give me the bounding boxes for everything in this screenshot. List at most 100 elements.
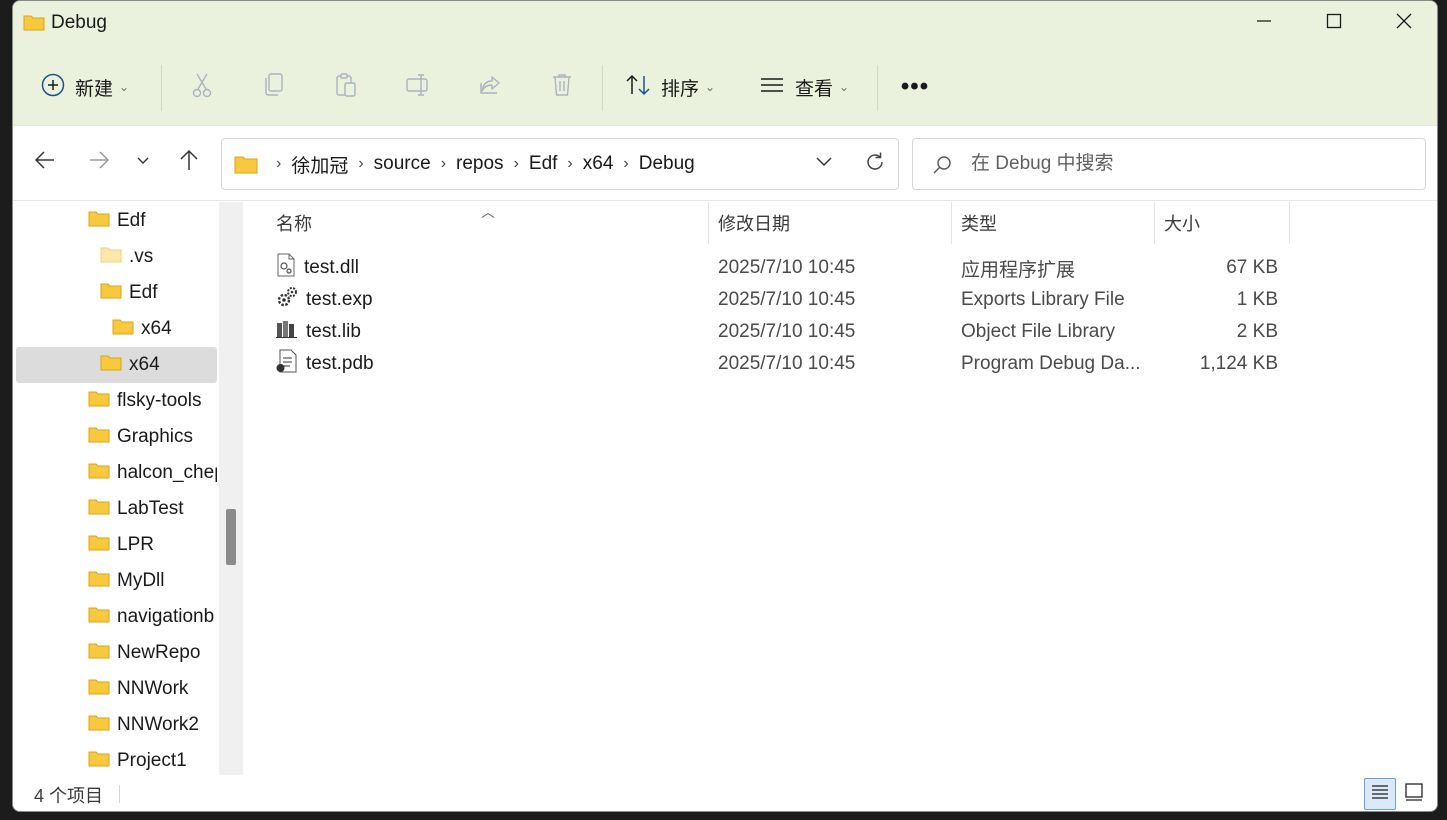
file-size: 67 KB: [1226, 257, 1278, 278]
file-row[interactable]: test.dll 2025/7/10 10:45 应用程序扩展 67 KB: [246, 252, 1286, 284]
address-bar[interactable]: › 徐加冠 › source › repos › Edf › x64 › Deb…: [221, 138, 899, 190]
recent-locations-button[interactable]: [127, 146, 159, 178]
new-button[interactable]: 新建 ⌄: [41, 57, 129, 117]
tree-item[interactable]: .vs: [13, 239, 217, 275]
chevron-right-icon[interactable]: ›: [567, 155, 572, 173]
folder-icon: [88, 677, 110, 701]
file-row[interactable]: test.lib 2025/7/10 10:45 Object File Lib…: [246, 316, 1286, 348]
sort-ascending-icon: ︿: [481, 204, 495, 220]
view-button[interactable]: 查看 ⌄: [759, 57, 849, 117]
folder-icon: [88, 389, 110, 413]
cut-button[interactable]: [189, 73, 215, 101]
tree-item-label: Edf: [117, 210, 146, 231]
tree-item-label: LPR: [117, 534, 154, 555]
tree-item[interactable]: flsky-tools: [13, 383, 217, 419]
column-divider[interactable]: [951, 202, 952, 244]
folder-icon: [88, 713, 110, 737]
column-header-type[interactable]: 类型: [961, 202, 997, 244]
chevron-right-icon[interactable]: ›: [514, 155, 519, 173]
chevron-right-icon[interactable]: ›: [441, 155, 446, 173]
tree-item[interactable]: LPR: [13, 527, 217, 563]
back-button[interactable]: [29, 146, 61, 178]
copy-icon: [262, 72, 286, 103]
file-date: 2025/7/10 10:45: [718, 321, 856, 342]
column-divider[interactable]: [1289, 202, 1290, 244]
breadcrumb-item[interactable]: Debug: [639, 153, 695, 175]
tree-item[interactable]: NNWork2: [13, 707, 217, 743]
breadcrumb-item[interactable]: 徐加冠: [291, 151, 348, 178]
exp-file-icon: [276, 286, 298, 314]
folder-icon: [88, 749, 110, 773]
forward-button[interactable]: [83, 146, 115, 178]
chevron-down-icon: [815, 155, 833, 173]
tree-item[interactable]: Graphics: [13, 419, 217, 455]
tree-item[interactable]: Edf: [13, 203, 217, 239]
folder-icon: [100, 281, 122, 305]
large-icons-view-button[interactable]: [1398, 778, 1430, 810]
tree-item-label: .vs: [129, 246, 154, 267]
cut-icon: [190, 72, 214, 103]
file-row[interactable]: test.pdb 2025/7/10 10:45 Program Debug D…: [246, 348, 1286, 380]
close-button[interactable]: [1369, 1, 1437, 45]
refresh-button[interactable]: [862, 151, 888, 177]
chevron-right-icon: ›: [276, 155, 282, 172]
column-header-date[interactable]: 修改日期: [718, 202, 790, 244]
delete-button[interactable]: [549, 73, 575, 101]
maximize-button[interactable]: [1299, 1, 1369, 45]
minimize-button[interactable]: [1229, 1, 1299, 45]
delete-icon: [550, 72, 574, 103]
tree-item[interactable]: halcon_chep: [13, 455, 217, 491]
paste-button[interactable]: [333, 72, 359, 101]
folder-icon: [88, 605, 110, 629]
sort-button[interactable]: 排序 ⌄: [625, 57, 715, 117]
search-input[interactable]: [971, 149, 1411, 179]
tree-item[interactable]: NewRepo: [13, 635, 217, 671]
chevron-right-icon[interactable]: ›: [358, 155, 363, 173]
tree-item[interactable]: MyDll: [13, 563, 217, 599]
tree-item[interactable]: NNWork: [13, 671, 217, 707]
file-row[interactable]: test.exp 2025/7/10 10:45 Exports Library…: [246, 284, 1286, 316]
search-box[interactable]: [912, 138, 1426, 190]
status-divider: [119, 785, 120, 803]
navigation-bar: › 徐加冠 › source › repos › Edf › x64 › Deb…: [13, 125, 1437, 201]
window-title: Debug: [51, 12, 107, 33]
folder-icon: [234, 154, 258, 179]
view-list-icon: [759, 75, 785, 100]
tiles-view-icon: [1404, 782, 1424, 807]
file-name-cell: test.lib: [276, 316, 361, 348]
share-button[interactable]: [477, 73, 503, 101]
plus-circle-icon: [41, 73, 65, 102]
column-header-name[interactable]: 名称: [276, 202, 312, 244]
file-list: ︿ 名称 修改日期 类型 大小 test.dll 2025/7/10 10:45…: [246, 202, 1437, 775]
file-name: test.lib: [306, 321, 361, 342]
sidebar-scroll-thumb[interactable]: [226, 509, 236, 565]
details-view-button[interactable]: [1364, 778, 1396, 810]
tree-item-selected[interactable]: x64: [16, 347, 217, 383]
more-options-button[interactable]: •••: [900, 69, 930, 105]
breadcrumb-item[interactable]: Edf: [529, 153, 558, 175]
chevron-right-icon[interactable]: ›: [623, 155, 628, 173]
more-icon: •••: [900, 73, 930, 100]
column-divider[interactable]: [1154, 202, 1155, 244]
column-header-size[interactable]: 大小: [1164, 202, 1200, 244]
rename-button[interactable]: [405, 73, 431, 101]
tree-item-label: x64: [141, 318, 172, 339]
breadcrumb-item[interactable]: repos: [456, 153, 504, 175]
navigation-pane: Edf .vs Edf x64 x64 flsky-tools Graphics: [13, 202, 243, 775]
up-button[interactable]: [173, 146, 205, 178]
file-type: 应用程序扩展: [961, 259, 1076, 281]
tree-item[interactable]: Project1: [13, 743, 217, 775]
breadcrumb-item[interactable]: x64: [583, 153, 614, 175]
address-history-button[interactable]: [812, 153, 836, 175]
tree-item[interactable]: LabTest: [13, 491, 217, 527]
tree-item[interactable]: Edf: [13, 275, 217, 311]
tree-item[interactable]: navigationb: [13, 599, 217, 635]
file-name-cell: test.pdb: [276, 348, 374, 380]
file-size: 1,124 KB: [1199, 353, 1278, 374]
breadcrumb-item[interactable]: source: [374, 153, 431, 175]
column-divider[interactable]: [708, 202, 709, 244]
sidebar-scrollbar[interactable]: [219, 202, 243, 775]
copy-button[interactable]: [261, 72, 287, 103]
file-name: test.dll: [304, 257, 359, 278]
tree-item[interactable]: x64: [13, 311, 217, 347]
